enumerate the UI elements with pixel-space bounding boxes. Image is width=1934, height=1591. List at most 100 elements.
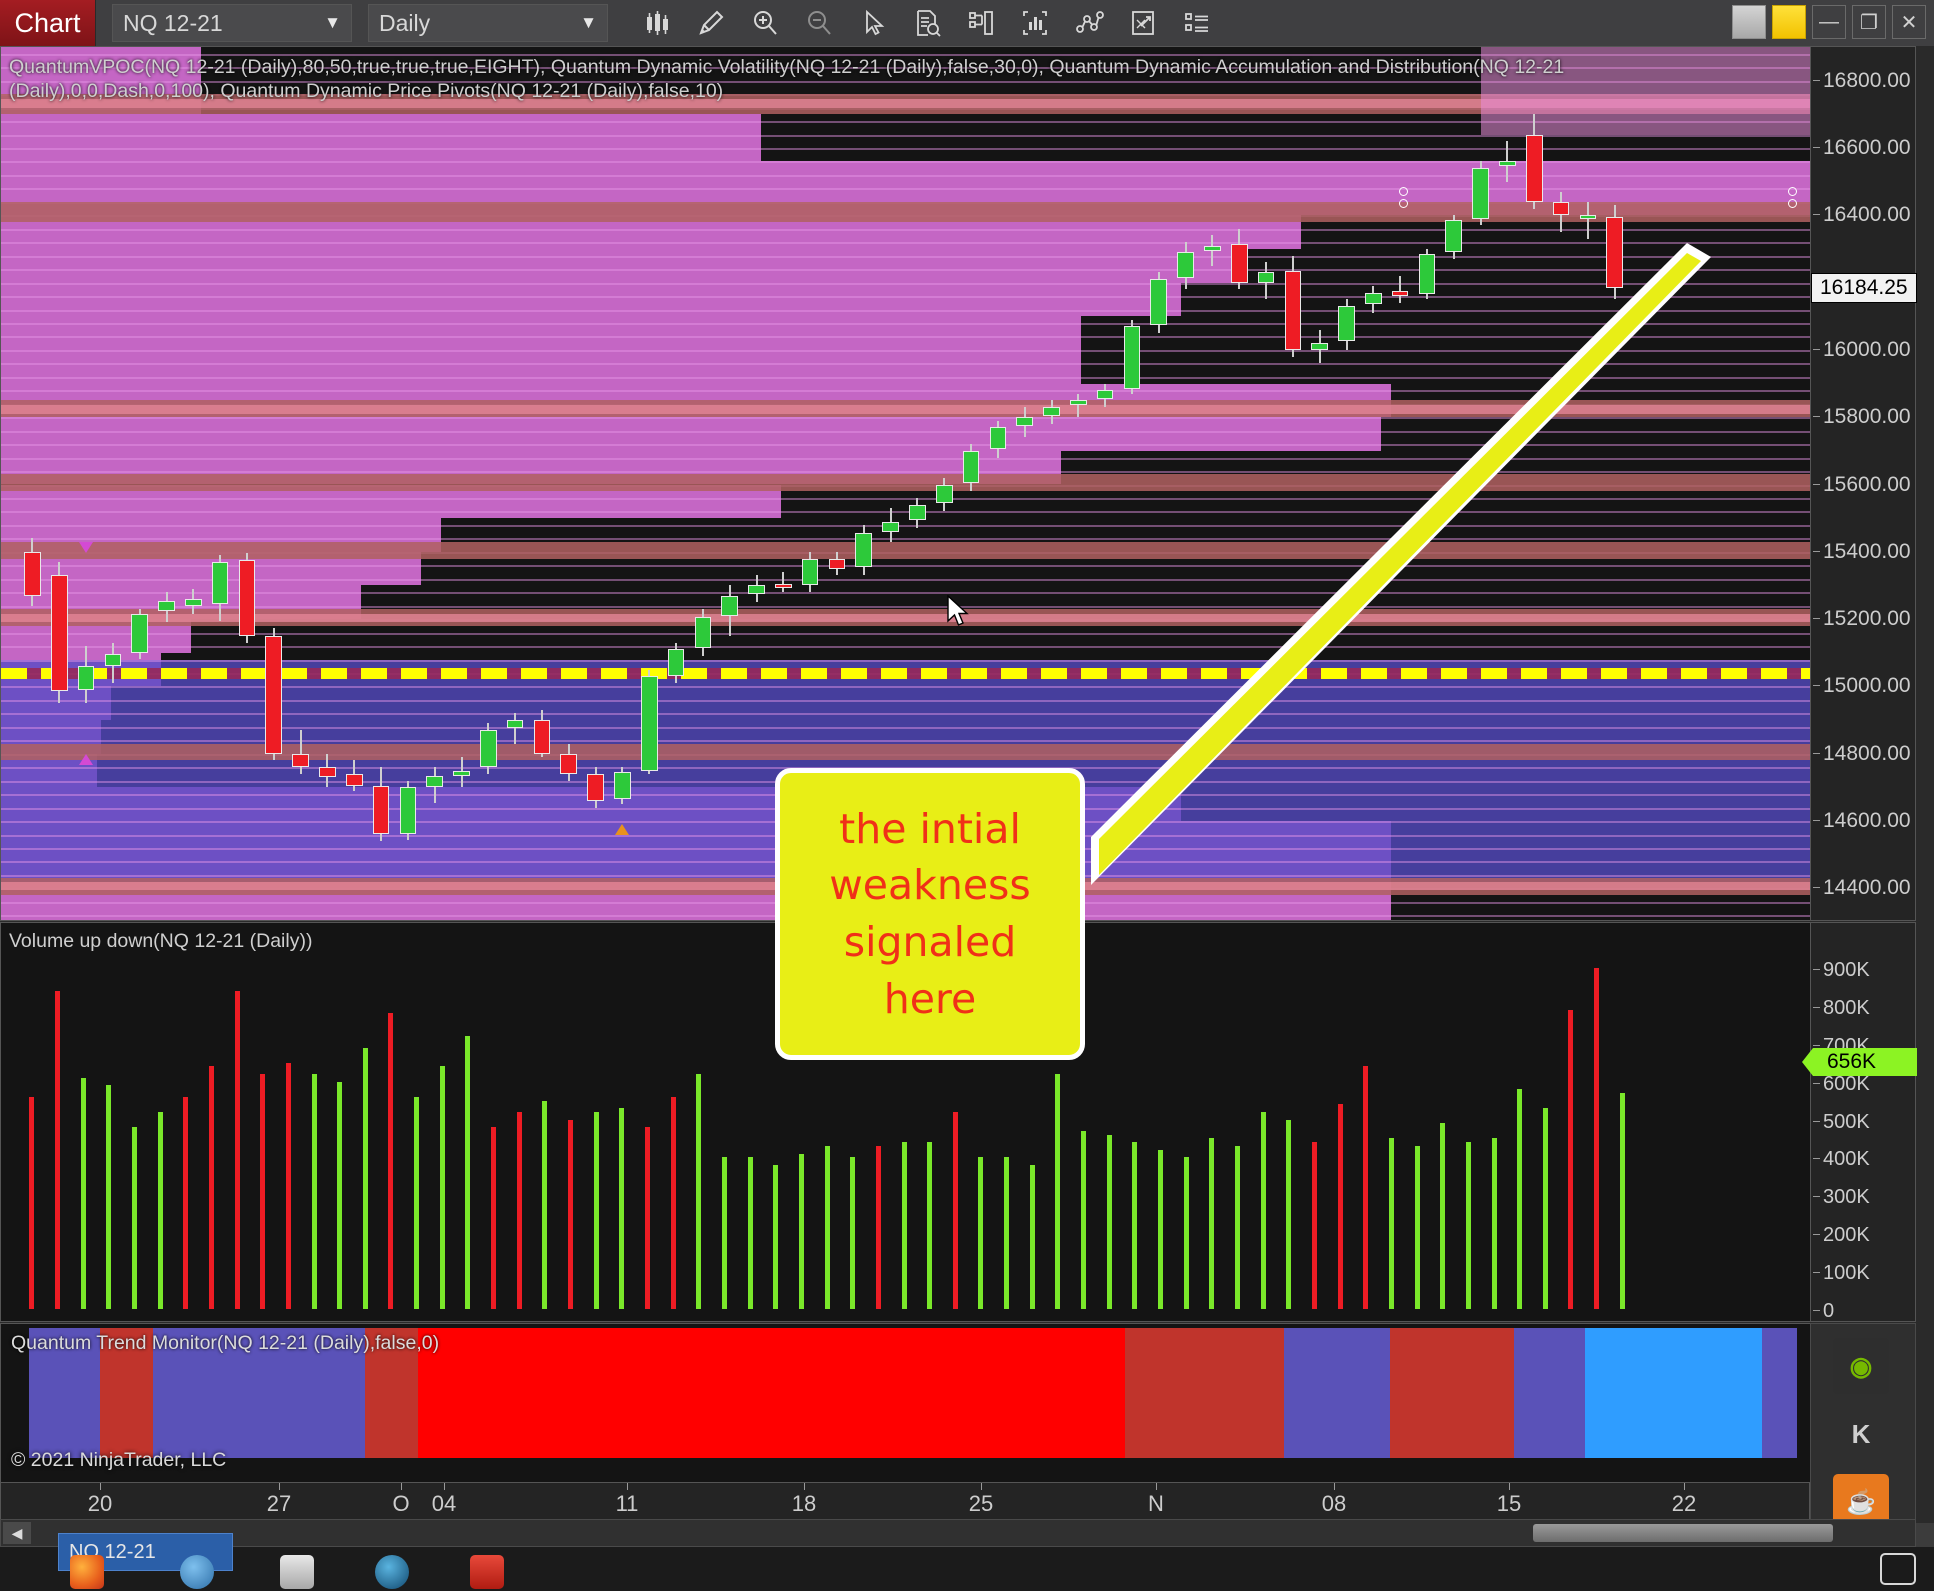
volume-axis-tick: 200K: [1811, 1225, 1917, 1245]
candle-body: [185, 598, 202, 606]
volume-bar: [1337, 1104, 1343, 1309]
link-gray-button[interactable]: [1732, 5, 1766, 39]
profile-gridline: [1, 578, 1810, 581]
candle-body: [989, 427, 1007, 450]
profile-gridline: [1, 296, 1810, 299]
drawing-tools-pencil-icon[interactable]: [684, 0, 738, 46]
volume-bar: [927, 1142, 933, 1309]
vpoc-marker-dot: [1788, 187, 1797, 196]
volume-bar: [824, 1146, 830, 1309]
minimize-button[interactable]: —: [1812, 5, 1846, 39]
candle-body: [453, 770, 470, 776]
candle-body: [667, 649, 685, 677]
candle-wick: [299, 730, 302, 774]
k-app-icon[interactable]: K: [1833, 1406, 1889, 1462]
volume-bar: [1465, 1142, 1471, 1309]
volume-bar: [644, 1127, 650, 1309]
profile-gridline: [1, 336, 1810, 339]
volume-bar: [157, 1111, 163, 1309]
candle-body: [238, 560, 256, 636]
cursor-pointer-icon[interactable]: [846, 0, 900, 46]
annotation-callout[interactable]: the intial weakness signaled here: [775, 768, 1085, 1060]
profile-gridline: [1, 417, 1810, 420]
candlestick-chart-type-icon[interactable]: [630, 0, 684, 46]
volume-bar: [1158, 1149, 1164, 1309]
candle-body: [1445, 220, 1463, 253]
trend-monitor-segment: [417, 1328, 1126, 1458]
candle-body: [1016, 417, 1033, 426]
candle-body: [1043, 407, 1060, 416]
volume-bar: [311, 1074, 317, 1309]
chart-tab[interactable]: Chart: [0, 0, 96, 46]
signal-arrow-icon: [615, 824, 630, 836]
candle-body: [533, 720, 551, 754]
maximize-button[interactable]: ❐: [1852, 5, 1886, 39]
volume-bar: [439, 1066, 445, 1309]
trend-monitor-panel[interactable]: Quantum Trend Monitor(NQ 12-21 (Daily),f…: [0, 1323, 1810, 1483]
strategies-icon[interactable]: [1062, 0, 1116, 46]
snagit-icon[interactable]: [470, 1555, 504, 1589]
annotation-line: weakness: [829, 861, 1031, 910]
nvidia-icon[interactable]: ◉: [1833, 1338, 1889, 1394]
candle-body: [587, 773, 604, 801]
thunderbird-icon[interactable]: [180, 1555, 214, 1589]
volume-axis[interactable]: 900K 800K 700K 600K 500K 400K 300K 200K 100K 0 65…: [1802, 922, 1917, 1322]
horizontal-scrollbar[interactable]: ◀: [0, 1519, 1916, 1547]
candle-body: [775, 583, 792, 588]
profile-gridline: [1, 497, 1810, 500]
candle-body: [1606, 216, 1623, 288]
candle-body: [265, 635, 283, 754]
chevron-down-icon: ▼: [580, 13, 597, 32]
zoom-in-icon[interactable]: [738, 0, 792, 46]
candle-body: [292, 753, 309, 768]
toolbar-icons: [630, 0, 1224, 46]
volume-bar: [901, 1142, 907, 1309]
volume-bar: [208, 1066, 214, 1309]
profile-gridline: [1, 565, 1810, 568]
candle-body: [1257, 272, 1275, 283]
candle-body: [1365, 292, 1382, 305]
price-axis-tick: 14600.00: [1811, 810, 1917, 832]
explorer-icon[interactable]: [280, 1555, 314, 1589]
volume-axis-tick: 0: [1811, 1301, 1917, 1321]
volume-axis-tick: 100K: [1811, 1263, 1917, 1283]
volume-panel-label: Volume up down(NQ 12-21 (Daily)): [9, 930, 313, 952]
volume-bar: [619, 1108, 625, 1309]
pivot-highlight: [1, 614, 1810, 623]
trend-monitor-segment: [1584, 1328, 1762, 1458]
volume-bar: [1440, 1123, 1446, 1309]
candle-body: [1070, 400, 1087, 406]
chart-trader-icon[interactable]: [954, 0, 1008, 46]
candle-body: [1391, 290, 1409, 297]
price-axis[interactable]: 16800.00 16600.00 16400.00 16000.00 15800.00…: [1810, 46, 1917, 921]
show-desktop-icon[interactable]: [1880, 1553, 1916, 1585]
price-axis-tick: 15200.00: [1811, 608, 1917, 630]
volume-bar: [1106, 1134, 1112, 1309]
properties-list-icon[interactable]: [1170, 0, 1224, 46]
volume-bar: [183, 1096, 189, 1309]
zoom-out-icon[interactable]: [792, 0, 846, 46]
indicators-icon[interactable]: [1008, 0, 1062, 46]
candle-body: [158, 600, 175, 611]
volume-bar: [1619, 1093, 1625, 1309]
volume-bar: [1388, 1138, 1394, 1309]
link-yellow-button[interactable]: [1772, 5, 1806, 39]
close-button[interactable]: ✕: [1892, 5, 1926, 39]
candle-body: [1150, 279, 1168, 325]
symbol-selector[interactable]: NQ 12-21 ▼: [112, 4, 352, 42]
profile-gridline: [1, 282, 1810, 285]
audio-app-icon[interactable]: [375, 1555, 409, 1589]
data-box-icon[interactable]: [900, 0, 954, 46]
volume-bar: [1491, 1138, 1497, 1309]
interval-selector[interactable]: Daily ▼: [368, 4, 608, 42]
price-axis-tick: 15400.00: [1811, 540, 1917, 563]
candle-body: [104, 654, 122, 667]
firefox-icon[interactable]: [70, 1555, 104, 1589]
profile-gridline: [1, 390, 1810, 393]
price-pivot-band: [1, 541, 1810, 559]
order-flow-icon[interactable]: [1116, 0, 1170, 46]
vpoc-marker-dot: [1788, 199, 1797, 208]
scrollbar-thumb[interactable]: [1533, 1524, 1833, 1542]
scroll-left-button[interactable]: ◀: [3, 1522, 31, 1544]
volume-profile-bar: [1, 316, 1081, 350]
